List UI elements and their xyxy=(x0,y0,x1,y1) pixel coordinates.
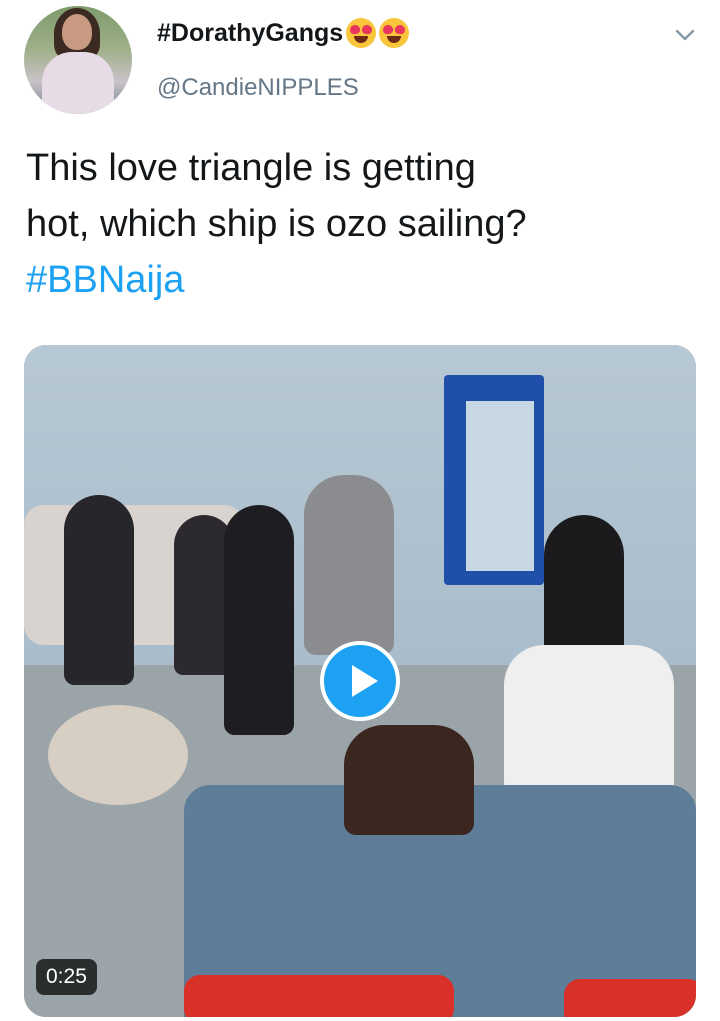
video-scene-person xyxy=(64,495,134,685)
avatar-face xyxy=(62,14,92,50)
video-player[interactable]: 0:25 xyxy=(24,345,696,1017)
video-scene-fridge xyxy=(444,375,544,585)
avatar[interactable] xyxy=(24,6,132,114)
username[interactable]: @CandieNIPPLES xyxy=(157,74,359,102)
play-button[interactable] xyxy=(320,641,400,721)
video-scene-person xyxy=(504,645,674,795)
video-duration: 0:25 xyxy=(36,959,97,995)
video-scene-pillow xyxy=(184,975,454,1017)
hashtag-link[interactable]: #BBNaija xyxy=(26,252,686,308)
video-scene-person xyxy=(304,475,394,655)
tweet-text-line2: hot, which ship is ozo sailing? xyxy=(26,203,527,245)
tweet-text-line1: This love triangle is getting xyxy=(26,147,476,189)
video-scene-ottoman xyxy=(48,705,188,805)
display-name-text: #DorathyGangs xyxy=(157,18,344,47)
video-scene-person xyxy=(224,505,294,735)
avatar-body xyxy=(42,52,114,114)
video-scene-pillow xyxy=(564,979,696,1017)
tweet-text: This love triangle is getting hot, which… xyxy=(26,140,686,308)
chevron-down-icon[interactable] xyxy=(674,24,696,46)
heart-eyes-emoji xyxy=(346,18,377,48)
display-name[interactable]: #DorathyGangs xyxy=(157,18,410,48)
video-scene-person xyxy=(344,725,474,835)
heart-eyes-emoji xyxy=(379,18,410,48)
